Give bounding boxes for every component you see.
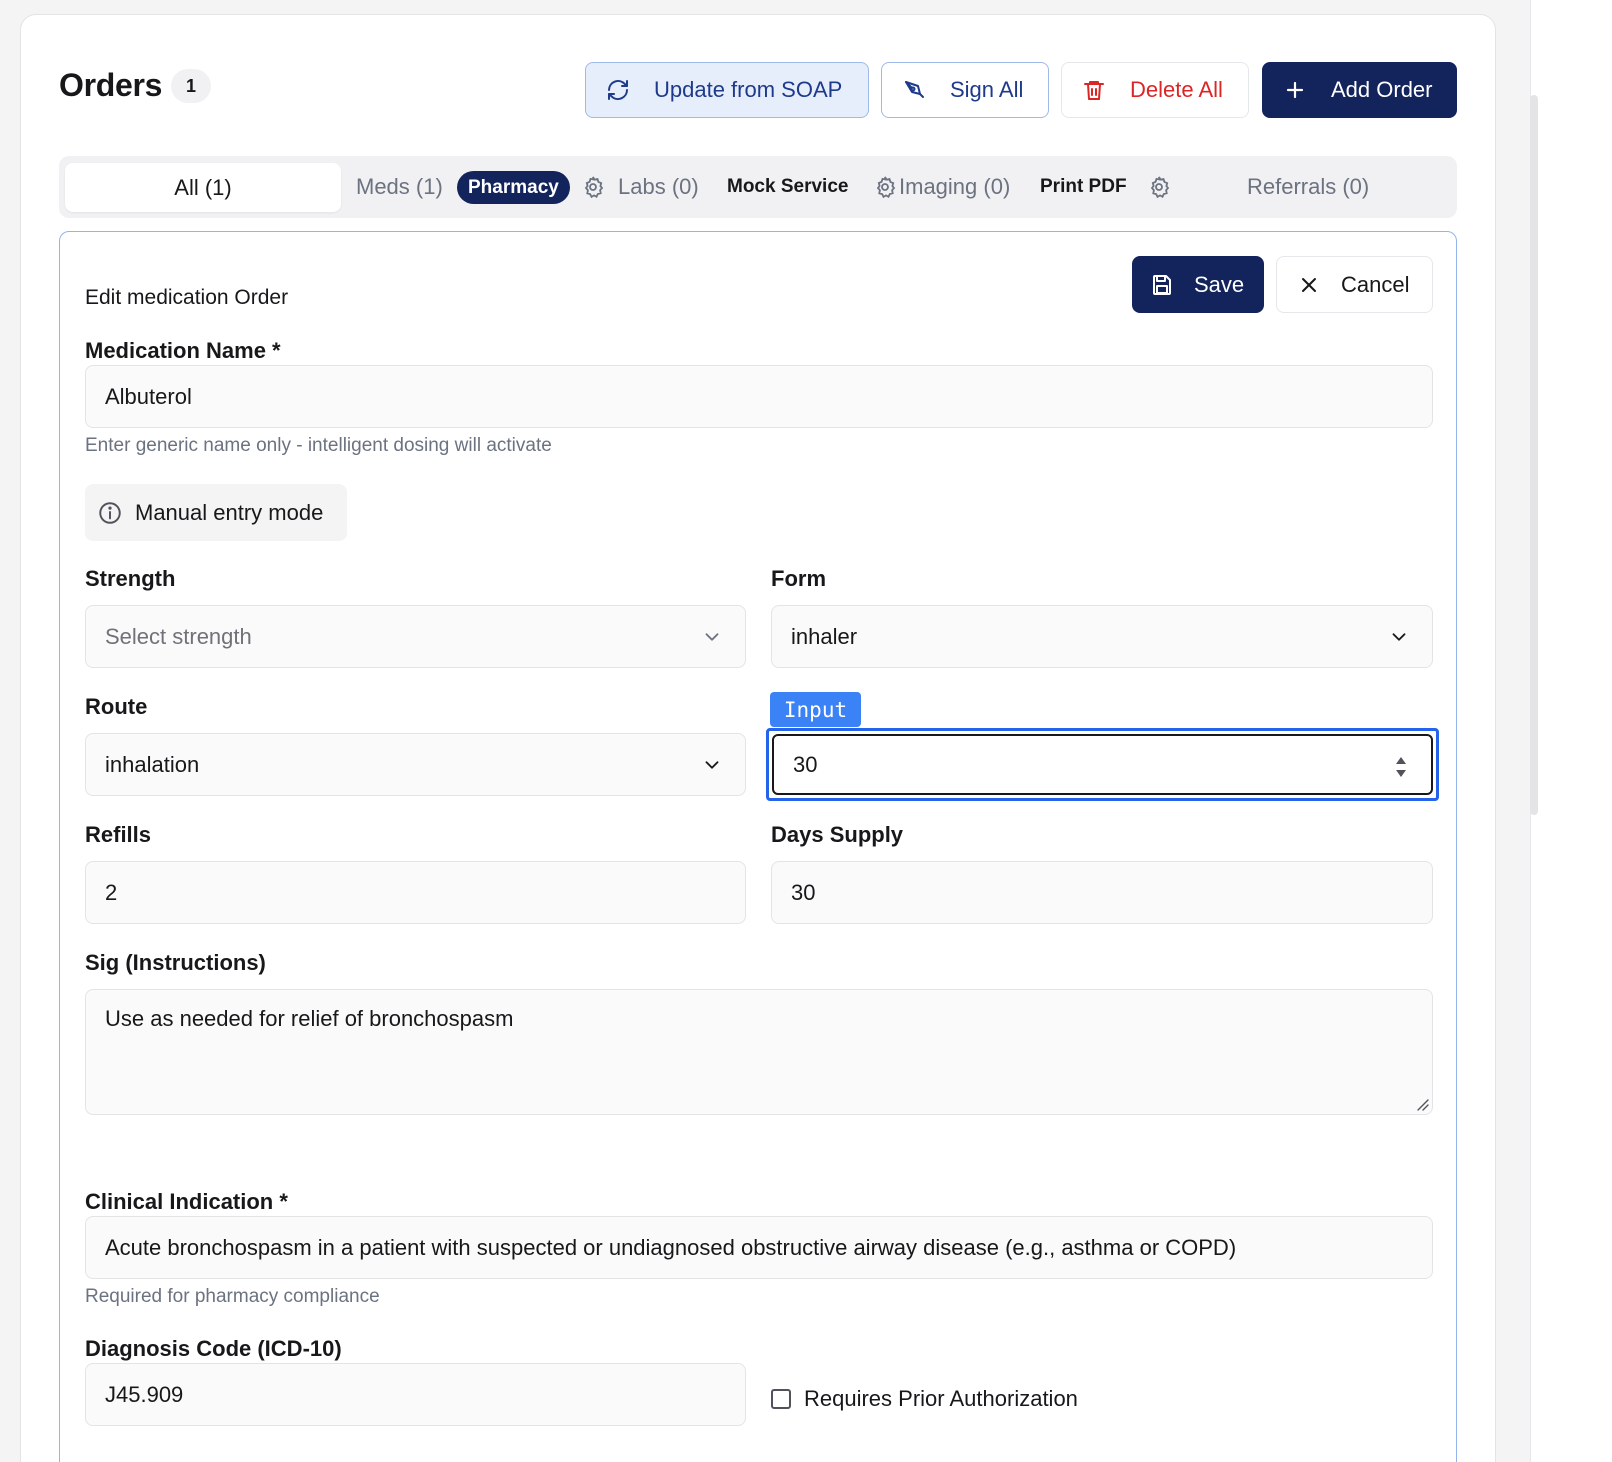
chevron-down-icon (705, 633, 719, 641)
mock-service-button[interactable]: Mock Service (727, 156, 848, 218)
info-icon (99, 501, 121, 524)
close-icon (1302, 277, 1316, 292)
delete-all-label: Delete All (1130, 77, 1223, 102)
quantity-value: 30 (793, 751, 818, 777)
delete-all-button[interactable]: Delete All (1061, 62, 1249, 118)
page-title: Orders (59, 67, 163, 103)
diagnosis-code-input[interactable]: J45.909 (85, 1363, 746, 1426)
clinical-indication-input[interactable]: Acute bronchospasm in a patient with sus… (85, 1216, 1433, 1279)
plus-icon (1286, 81, 1304, 99)
prior-authorization-checkbox[interactable] (771, 1389, 791, 1409)
cancel-label: Cancel (1341, 271, 1410, 297)
input-element-tag: Input (770, 692, 861, 727)
days-supply-input[interactable]: 30 (771, 861, 1433, 924)
update-from-soap-label: Update from SOAP (654, 77, 843, 102)
gear-icon[interactable] (581, 175, 605, 199)
save-button[interactable]: Save (1132, 256, 1264, 313)
tab-meds[interactable]: Meds (1) (356, 156, 443, 218)
trash-icon (1084, 81, 1104, 100)
scrollbar[interactable] (1530, 95, 1538, 815)
tab-all[interactable]: All (1) (65, 163, 341, 212)
form-label: Form (771, 566, 826, 591)
clinical-indication-hint: Required for pharmacy compliance (85, 1286, 380, 1307)
medication-name-label: Medication Name * (85, 338, 281, 363)
manual-entry-mode-label: Manual entry mode (135, 499, 324, 525)
strength-label: Strength (85, 566, 176, 591)
number-spinner-icon[interactable] (1391, 754, 1411, 780)
refresh-icon (608, 80, 628, 100)
chevron-down-icon (705, 761, 719, 769)
gear-icon[interactable] (873, 175, 897, 199)
edit-order-panel: Edit medication Order Save Cancel Medica… (59, 231, 1457, 1462)
cancel-button[interactable]: Cancel (1276, 256, 1433, 313)
sign-all-button[interactable]: Sign All (881, 62, 1049, 118)
orders-card: Orders 1 Update from SOAP Sign All Delet… (20, 14, 1496, 1462)
diagnosis-code-label: Diagnosis Code (ICD-10) (85, 1336, 342, 1361)
add-order-label: Add Order (1331, 77, 1433, 102)
medication-hint: Enter generic name only - intelligent do… (85, 435, 552, 456)
prior-authorization-label: Requires Prior Authorization (804, 1386, 1078, 1411)
route-value: inhalation (105, 751, 200, 777)
quantity-input[interactable]: 30 (772, 734, 1433, 795)
save-label: Save (1194, 271, 1245, 297)
pen-sign-icon (905, 81, 924, 98)
strength-select[interactable]: Select strength (85, 605, 746, 668)
strength-placeholder: Select strength (105, 623, 252, 649)
tab-imaging[interactable]: Imaging (0) (899, 156, 1010, 218)
refills-input[interactable]: 2 (85, 861, 746, 924)
tab-referrals[interactable]: Referrals (0) (1247, 156, 1369, 218)
side-panel-edge (1530, 0, 1612, 1462)
form-select[interactable]: inhaler (771, 605, 1433, 668)
tab-labs[interactable]: Labs (0) (618, 156, 699, 218)
orders-count-badge: 1 (171, 69, 211, 103)
medication-name-input[interactable]: Albuterol (85, 365, 1433, 428)
pharmacy-button[interactable]: Pharmacy (457, 171, 570, 204)
form-value: inhaler (791, 623, 858, 649)
route-label: Route (85, 694, 148, 719)
edit-order-title: Edit medication Order (85, 286, 289, 309)
clinical-indication-label: Clinical Indication * (85, 1189, 288, 1214)
order-tabs: All (1) Meds (1) Pharmacy Labs (0) Mock … (59, 156, 1457, 218)
sig-label: Sig (Instructions) (85, 950, 266, 975)
print-pdf-button[interactable]: Print PDF (1040, 156, 1127, 218)
sig-value: Use as needed for relief of bronchospasm (105, 1006, 514, 1031)
add-order-button[interactable]: Add Order (1262, 62, 1457, 118)
chevron-down-icon (1392, 633, 1406, 641)
refills-label: Refills (85, 822, 152, 847)
route-select[interactable]: inhalation (85, 733, 746, 796)
resize-handle-icon[interactable] (1414, 1096, 1430, 1112)
manual-entry-mode-badge: Manual entry mode (85, 484, 347, 541)
sig-textarea[interactable]: Use as needed for relief of bronchospasm (85, 989, 1433, 1115)
save-icon (1153, 274, 1171, 295)
gear-icon[interactable] (1147, 175, 1171, 199)
quantity-input-highlight: 30 (766, 728, 1439, 801)
update-from-soap-button[interactable]: Update from SOAP (585, 62, 869, 118)
days-supply-label: Days Supply (771, 822, 904, 847)
sign-all-label: Sign All (950, 77, 1024, 102)
